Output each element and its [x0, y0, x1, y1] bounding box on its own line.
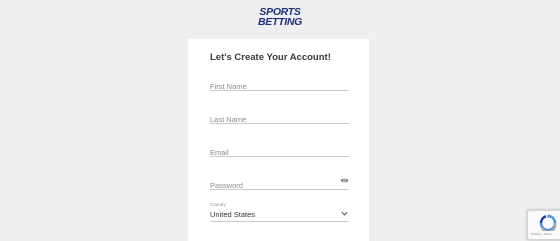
- last-name-input[interactable]: [210, 113, 335, 126]
- email-input[interactable]: [210, 146, 335, 159]
- country-label: Country: [210, 202, 226, 207]
- password-input[interactable]: [210, 179, 335, 192]
- last-name-field: [210, 109, 349, 126]
- password-field: [210, 175, 349, 192]
- email-field: [210, 142, 349, 159]
- country-select[interactable]: United States: [210, 208, 349, 222]
- signup-card: Let's Create Your Account! Country Unite…: [188, 39, 369, 241]
- first-name-input[interactable]: [210, 80, 335, 93]
- recaptcha-footer[interactable]: Privacy - Terms: [531, 232, 552, 236]
- first-name-field: [210, 76, 349, 93]
- recaptcha-icon: [539, 214, 557, 231]
- logo-line-2: BETTING: [258, 16, 302, 28]
- chevron-down-icon: [341, 211, 348, 216]
- form-title: Let's Create Your Account!: [210, 52, 331, 63]
- sports-betting-logo[interactable]: SPORTS BETTING: [247, 7, 313, 30]
- signup-page: SPORTS BETTING Let's Create Your Account…: [0, 0, 560, 241]
- eye-icon[interactable]: [340, 177, 349, 184]
- country-value: United States: [210, 210, 256, 219]
- recaptcha-badge[interactable]: Privacy - Terms: [527, 210, 560, 240]
